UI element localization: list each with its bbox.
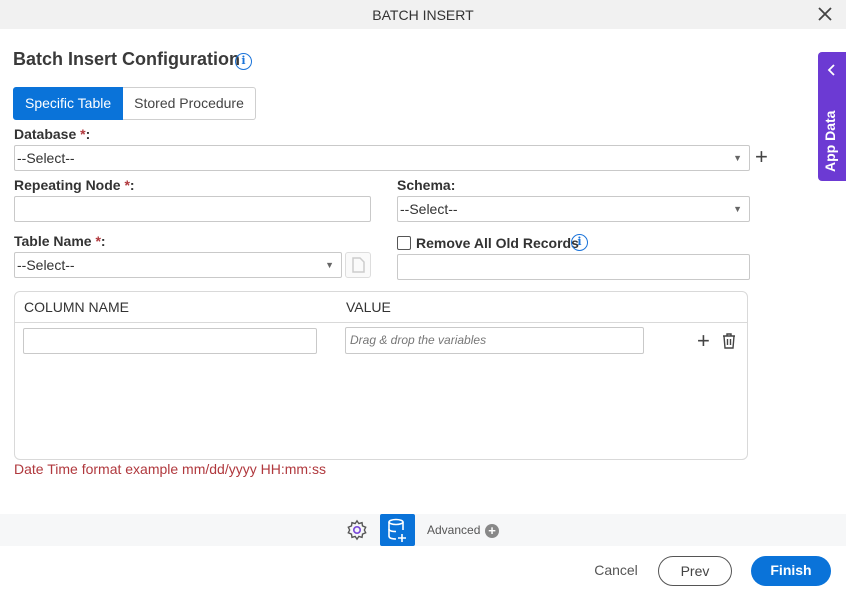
advanced-plus-icon[interactable]: + — [485, 524, 499, 538]
column-name-header: COLUMN NAME — [24, 299, 130, 315]
repeating-node-label: Repeating Node *: — [14, 177, 135, 193]
advanced-label[interactable]: Advanced — [427, 523, 480, 537]
close-icon[interactable] — [816, 5, 834, 23]
remove-old-records-label: Remove All Old Records — [416, 235, 579, 251]
cancel-button[interactable]: Cancel — [586, 556, 646, 586]
app-data-panel-toggle[interactable]: App Data — [818, 52, 846, 181]
info-icon[interactable]: i — [571, 234, 588, 251]
value-header: VALUE — [346, 299, 391, 315]
table-header: COLUMN NAME VALUE — [15, 292, 747, 323]
schema-select[interactable]: --Select-- ▼ — [397, 196, 750, 222]
chevron-down-icon: ▼ — [325, 260, 334, 270]
app-data-label: App Data — [822, 110, 838, 172]
tab-specific-table[interactable]: Specific Table — [13, 87, 124, 120]
page-title: Batch Insert Configuration i — [13, 49, 252, 70]
add-row-button[interactable]: + — [697, 330, 710, 352]
add-database-button[interactable]: + — [755, 146, 768, 168]
remove-old-records-input[interactable] — [397, 254, 750, 280]
chevron-down-icon: ▼ — [733, 204, 742, 214]
chevron-left-icon — [827, 64, 835, 76]
column-name-input[interactable] — [23, 328, 317, 354]
document-icon — [352, 257, 365, 273]
database-plus-icon — [388, 518, 406, 542]
mode-tabs: Specific Table Stored Procedure — [13, 87, 256, 120]
repeating-node-input[interactable] — [14, 196, 371, 222]
trash-icon[interactable] — [722, 333, 736, 349]
database-label: Database *: — [14, 126, 91, 142]
schema-label: Schema: — [397, 177, 456, 193]
gear-icon[interactable] — [346, 519, 368, 541]
remove-old-records-checkbox[interactable] — [397, 236, 411, 250]
table-document-button[interactable] — [345, 252, 371, 278]
dialog-titlebar: BATCH INSERT — [0, 0, 846, 29]
bottom-toolbar — [0, 514, 846, 546]
table-name-select[interactable]: --Select-- ▼ — [14, 252, 342, 278]
prev-button[interactable]: Prev — [658, 556, 732, 586]
table-name-label: Table Name *: — [14, 233, 106, 249]
tab-stored-procedure[interactable]: Stored Procedure — [123, 87, 256, 120]
dialog-title: BATCH INSERT — [372, 7, 474, 23]
column-mapping-table: COLUMN NAME VALUE Drag & drop the variab… — [14, 291, 748, 460]
chevron-down-icon: ▼ — [733, 153, 742, 163]
database-add-button[interactable] — [380, 514, 415, 546]
value-drop-field[interactable]: Drag & drop the variables — [345, 327, 644, 354]
database-select[interactable]: --Select-- ▼ — [14, 145, 750, 171]
finish-button[interactable]: Finish — [751, 556, 831, 586]
info-icon[interactable]: i — [235, 53, 252, 70]
date-format-hint: Date Time format example mm/dd/yyyy HH:m… — [14, 461, 326, 477]
